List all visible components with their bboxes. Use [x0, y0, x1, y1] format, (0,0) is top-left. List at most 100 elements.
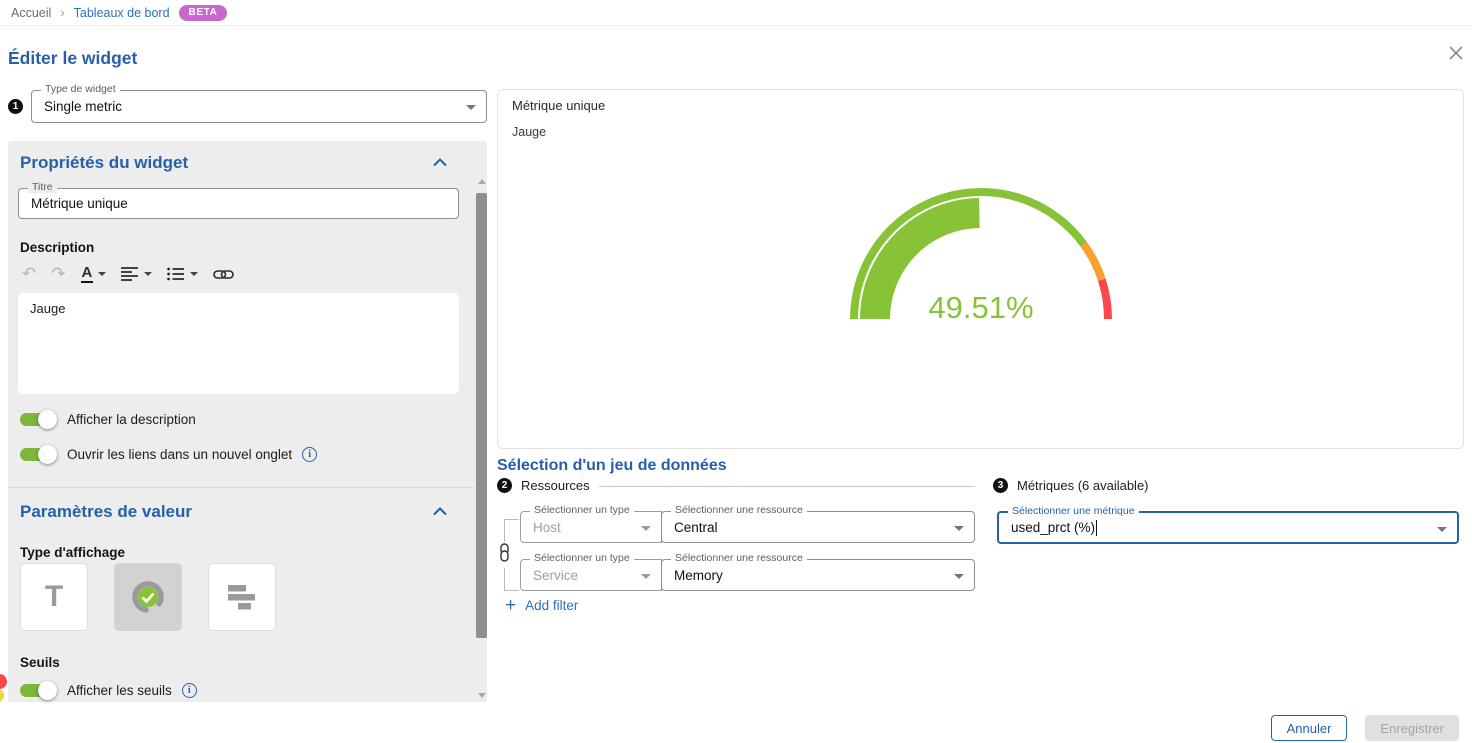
chain-link-icon — [499, 542, 510, 568]
thresholds-label: Seuils — [20, 655, 60, 670]
chevron-right-icon: › — [60, 5, 64, 20]
chevron-down-icon — [954, 526, 964, 531]
section-divider — [8, 487, 473, 488]
preview-description: Jauge — [512, 125, 546, 139]
resource-select-value: Central — [674, 520, 718, 535]
info-icon[interactable]: i — [302, 447, 317, 462]
step-2-badge: 2 — [497, 478, 512, 493]
title-input-label: Titre — [28, 182, 57, 193]
widget-type-select[interactable]: Type de widget Single metric — [31, 90, 487, 123]
text-color-icon: A — [81, 265, 94, 283]
align-button[interactable] — [121, 267, 152, 281]
step-1-badge: 1 — [8, 99, 23, 114]
chevron-up-icon[interactable] — [433, 503, 447, 521]
breadcrumb-dashboards-link[interactable]: Tableaux de bord — [74, 6, 170, 20]
add-filter-label: Add filter — [525, 598, 578, 613]
info-icon[interactable]: i — [182, 683, 197, 698]
text-color-button[interactable]: A — [81, 265, 107, 283]
plus-icon: + — [505, 599, 516, 613]
step-3-badge: 3 — [993, 478, 1008, 493]
widget-preview-panel: Métrique unique Jauge 49.51% — [497, 89, 1464, 449]
scrollbar-thumb[interactable] — [476, 193, 487, 638]
resource-select[interactable]: Sélectionner une ressource Central — [661, 511, 975, 543]
display-type-buttons: T — [20, 563, 276, 631]
resource-type-value: Host — [533, 520, 561, 535]
resource-row: Sélectionner un type Host Sélectionner u… — [520, 511, 975, 543]
link-button[interactable] — [213, 269, 234, 280]
show-thresholds-label: Afficher les seuils — [67, 683, 172, 698]
display-type-text-button[interactable]: T — [20, 563, 88, 631]
save-button[interactable]: Enregistrer — [1365, 715, 1459, 741]
display-type-gauge-button[interactable] — [114, 563, 182, 631]
resource-select-value: Memory — [674, 568, 723, 583]
align-left-icon — [121, 267, 139, 281]
open-links-toggle[interactable] — [20, 445, 57, 464]
resource-type-select[interactable]: Sélectionner un type Service — [520, 559, 662, 591]
bar-chart-icon — [225, 582, 259, 612]
bullet-list-icon — [167, 267, 185, 281]
chevron-down-icon — [641, 526, 651, 531]
show-description-toggle[interactable] — [20, 410, 57, 429]
chevron-down-icon — [144, 272, 152, 276]
scroll-down-icon[interactable] — [478, 693, 486, 698]
metric-select-value: used_prct (%) — [1011, 520, 1095, 535]
gauge-display-icon — [129, 578, 167, 616]
scroll-up-icon[interactable] — [478, 179, 486, 184]
preview-title: Métrique unique — [512, 98, 605, 113]
chevron-down-icon — [98, 272, 106, 276]
show-description-label: Afficher la description — [67, 412, 196, 427]
value-settings-heading: Paramètres de valeur — [20, 502, 192, 522]
add-filter-button[interactable]: + Add filter — [505, 598, 578, 613]
close-icon[interactable] — [1447, 45, 1465, 63]
chevron-down-icon — [954, 574, 964, 579]
metrics-label: Métriques (6 available) — [1017, 478, 1149, 493]
show-thresholds-row: Afficher les seuils i — [20, 680, 197, 700]
chevron-up-icon[interactable] — [433, 154, 447, 172]
show-thresholds-toggle[interactable] — [20, 681, 57, 700]
description-label: Description — [20, 240, 94, 255]
cancel-button[interactable]: Annuler — [1271, 715, 1348, 741]
resource-type-label: Sélectionner un type — [530, 505, 634, 516]
resource-row: Sélectionner un type Service Sélectionne… — [520, 559, 975, 591]
widget-type-row: 1 Type de widget Single metric — [8, 89, 487, 123]
breadcrumb: Accueil › Tableaux de bord BETA — [0, 0, 1472, 26]
value-settings-header: Paramètres de valeur — [20, 502, 447, 522]
text-cursor — [1096, 520, 1097, 536]
metrics-group-label: 3 Métriques (6 available) — [993, 477, 1459, 493]
widget-editor-screen: Accueil › Tableaux de bord BETA Éditer l… — [0, 0, 1472, 743]
list-button[interactable] — [167, 267, 198, 281]
link-icon — [213, 269, 234, 280]
dataset-heading: Sélection d'un jeu de données — [497, 457, 727, 475]
description-textarea[interactable]: Jauge — [18, 293, 459, 394]
undo-icon[interactable]: ↶ — [22, 264, 36, 284]
yellow-swatch-sliver — [0, 689, 4, 702]
modal-footer: Annuler Enregistrer — [1271, 715, 1459, 741]
chevron-down-icon — [1437, 527, 1447, 532]
beta-badge: BETA — [179, 5, 228, 21]
resource-type-select[interactable]: Sélectionner un type Host — [520, 511, 662, 543]
resource-type-label: Sélectionner un type — [530, 553, 634, 564]
chevron-down-icon — [641, 574, 651, 579]
scrollbar[interactable] — [476, 179, 487, 698]
title-input-value: Métrique unique — [31, 196, 128, 211]
description-toolbar: ↶ ↷ A — [22, 261, 234, 287]
resource-select-label: Sélectionner une ressource — [671, 505, 807, 516]
resource-select-label: Sélectionner une ressource — [671, 553, 807, 564]
red-swatch-sliver — [0, 674, 7, 689]
breadcrumb-home-link[interactable]: Accueil — [11, 6, 51, 20]
gauge-ring-critical — [1101, 280, 1107, 319]
settings-column: 1 Type de widget Single metric Propriété… — [8, 89, 487, 702]
display-type-bars-button[interactable] — [208, 563, 276, 631]
metric-select-label: Sélectionner une métrique — [1008, 506, 1139, 517]
text-display-icon: T — [45, 580, 63, 614]
resource-type-value: Service — [533, 568, 578, 583]
chevron-down-icon — [190, 272, 198, 276]
properties-section-header: Propriétés du widget — [20, 153, 447, 173]
edit-widget-modal: Éditer le widget 1 Type de widget Single… — [0, 26, 1472, 743]
redo-icon[interactable]: ↷ — [51, 264, 65, 284]
gauge-ring-warning — [1083, 244, 1101, 279]
resources-label: Ressources — [521, 478, 590, 493]
title-input[interactable]: Titre Métrique unique — [18, 188, 459, 219]
resource-select[interactable]: Sélectionner une ressource Memory — [661, 559, 975, 591]
metric-select[interactable]: Sélectionner une métrique used_prct (%) — [997, 511, 1459, 544]
